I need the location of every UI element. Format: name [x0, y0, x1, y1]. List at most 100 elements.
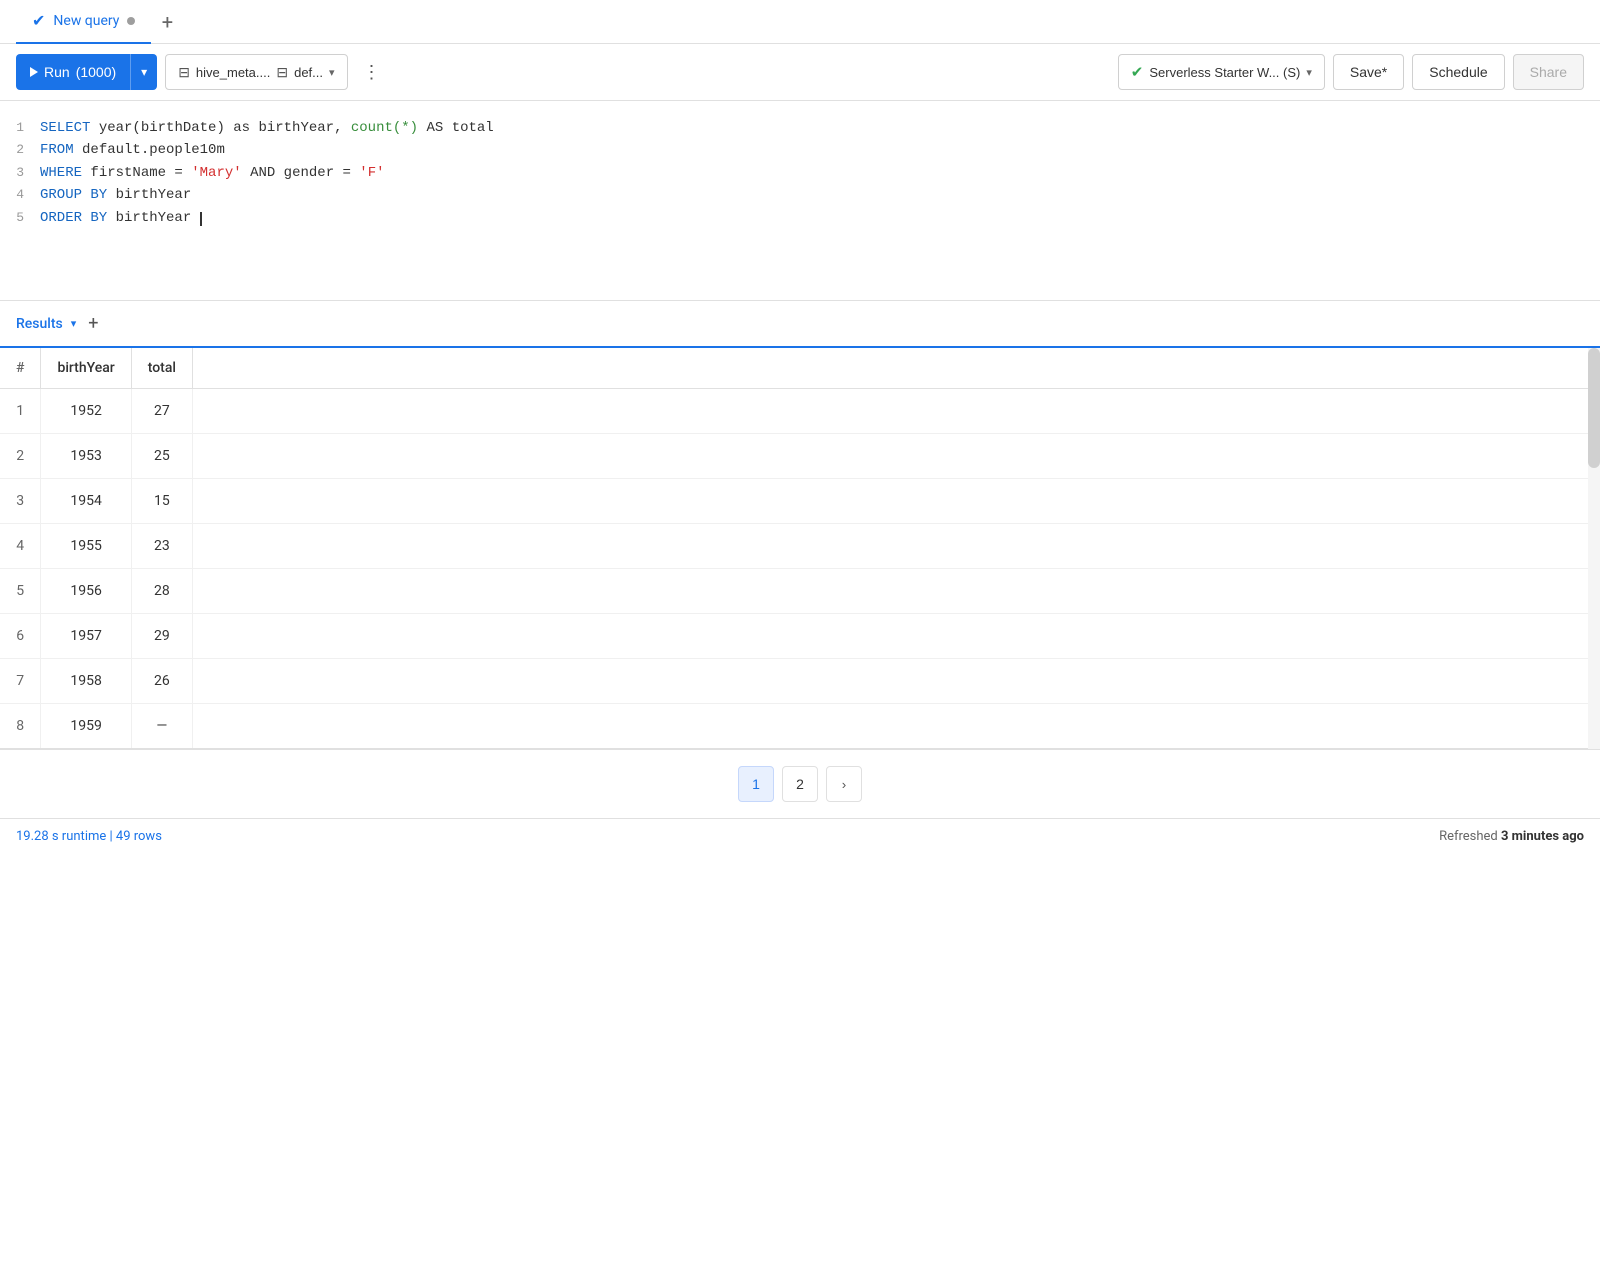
cell-num: 6 — [0, 614, 41, 659]
cell-num: 5 — [0, 569, 41, 614]
results-header: Results ▾ + — [0, 301, 1600, 348]
cell-empty — [192, 614, 1600, 659]
db-source-label: hive_meta.... — [196, 65, 270, 80]
line-content-4: GROUP BY birthYear — [40, 184, 1600, 206]
new-tab-button[interactable]: + — [151, 6, 183, 38]
refresh-status: Refreshed 3 minutes ago — [1439, 829, 1584, 844]
table-row: 4 1955 23 — [0, 524, 1600, 569]
page-2-button[interactable]: 2 — [782, 766, 818, 802]
cell-total: — — [131, 704, 192, 749]
col-header-total: total — [131, 348, 192, 389]
col-header-birthyear: birthYear — [41, 348, 131, 389]
cell-total: 25 — [131, 434, 192, 479]
line-content-1: SELECT year(birthDate) as birthYear, cou… — [40, 117, 1600, 139]
refreshed-label: Refreshed — [1439, 829, 1501, 844]
code-line-5: 5 ORDER BY birthYear — [0, 207, 1600, 229]
scrollbar-thumb[interactable] — [1588, 348, 1600, 468]
fn-count: count(*) — [351, 120, 418, 136]
server-selector[interactable]: ✔ Serverless Starter W... (S) ▾ — [1118, 54, 1325, 90]
cell-num: 3 — [0, 479, 41, 524]
db-source-dropdown[interactable]: ⊟ hive_meta.... ⊟ def... ▾ — [165, 54, 347, 90]
results-table: # birthYear total 1 1952 27 2 1953 25 3 … — [0, 348, 1600, 749]
time-ago: 3 minutes ago — [1501, 829, 1584, 844]
line-num-3: 3 — [0, 163, 40, 184]
schedule-button[interactable]: Schedule — [1412, 54, 1504, 90]
cell-total: 15 — [131, 479, 192, 524]
save-button[interactable]: Save* — [1333, 54, 1404, 90]
cell-total: 28 — [131, 569, 192, 614]
kw-from: FROM — [40, 142, 74, 158]
results-chevron-icon[interactable]: ▾ — [71, 317, 77, 330]
db-chevron-icon: ▾ — [329, 66, 335, 79]
cell-empty — [192, 434, 1600, 479]
code-line-4: 4 GROUP BY birthYear — [0, 184, 1600, 206]
cell-total: 27 — [131, 389, 192, 434]
more-options-button[interactable]: ⋮ — [356, 56, 388, 88]
db-schema-icon: ⊟ — [276, 64, 288, 81]
runtime-status: 19.28 s runtime | 49 rows — [16, 829, 162, 844]
table-row: 2 1953 25 — [0, 434, 1600, 479]
col-header-num: # — [0, 348, 41, 389]
toolbar: Run (1000) ▾ ⊟ hive_meta.... ⊟ def... ▾ … — [0, 44, 1600, 101]
cell-birthyear: 1953 — [41, 434, 131, 479]
str-f: 'F' — [359, 165, 384, 181]
query-tab[interactable]: ✔ New query — [16, 0, 151, 44]
kw-select: SELECT — [40, 120, 90, 136]
cell-birthyear: 1952 — [41, 389, 131, 434]
cell-total: 26 — [131, 659, 192, 704]
server-label: Serverless Starter W... (S) — [1149, 65, 1300, 80]
table-row: 6 1957 29 — [0, 614, 1600, 659]
cell-birthyear: 1957 — [41, 614, 131, 659]
share-button[interactable]: Share — [1513, 54, 1584, 90]
cell-empty — [192, 389, 1600, 434]
run-dropdown-arrow[interactable]: ▾ — [131, 54, 157, 90]
kw-order-by: ORDER BY — [40, 210, 107, 226]
cell-birthyear: 1958 — [41, 659, 131, 704]
editor-cursor — [200, 212, 202, 226]
run-label: Run — [44, 64, 70, 80]
tab-label: New query — [53, 13, 119, 29]
tab-modified-dot — [127, 17, 135, 25]
kw-where: WHERE — [40, 165, 82, 181]
page-1-button[interactable]: 1 — [738, 766, 774, 802]
col-header-empty — [192, 348, 1600, 389]
table-row: 8 1959 — — [0, 704, 1600, 749]
table-header-row: # birthYear total — [0, 348, 1600, 389]
server-chevron-icon: ▾ — [1306, 66, 1312, 79]
line-num-2: 2 — [0, 140, 40, 161]
results-add-button[interactable]: + — [88, 313, 98, 334]
str-mary: 'Mary' — [191, 165, 241, 181]
table-body: 1 1952 27 2 1953 25 3 1954 15 4 1955 23 … — [0, 389, 1600, 749]
scrollbar-track[interactable] — [1588, 348, 1600, 749]
cell-total: 29 — [131, 614, 192, 659]
run-count: (1000) — [76, 64, 116, 80]
code-line-3: 3 WHERE firstName = 'Mary' AND gender = … — [0, 162, 1600, 184]
tab-check-icon: ✔ — [32, 11, 45, 30]
cell-empty — [192, 524, 1600, 569]
cell-empty — [192, 659, 1600, 704]
page-next-button[interactable]: › — [826, 766, 862, 802]
cell-num: 1 — [0, 389, 41, 434]
results-tab-label[interactable]: Results — [16, 316, 63, 332]
line-content-3: WHERE firstName = 'Mary' AND gender = 'F… — [40, 162, 1600, 184]
cell-birthyear: 1955 — [41, 524, 131, 569]
cell-empty — [192, 479, 1600, 524]
cell-num: 7 — [0, 659, 41, 704]
cell-birthyear: 1954 — [41, 479, 131, 524]
results-table-wrapper: # birthYear total 1 1952 27 2 1953 25 3 … — [0, 348, 1600, 749]
cell-empty — [192, 704, 1600, 749]
db-source-icon: ⊟ — [178, 64, 190, 81]
kw-group-by: GROUP BY — [40, 187, 107, 203]
line-num-4: 4 — [0, 185, 40, 206]
status-bar: 19.28 s runtime | 49 rows Refreshed 3 mi… — [0, 818, 1600, 854]
code-line-2: 2 FROM default.people10m — [0, 139, 1600, 161]
line-content-5: ORDER BY birthYear — [40, 207, 1600, 229]
table-row: 1 1952 27 — [0, 389, 1600, 434]
server-check-icon: ✔ — [1131, 63, 1144, 81]
code-line-1: 1 SELECT year(birthDate) as birthYear, c… — [0, 117, 1600, 139]
code-editor[interactable]: 1 SELECT year(birthDate) as birthYear, c… — [0, 101, 1600, 301]
run-button[interactable]: Run (1000) ▾ — [16, 54, 157, 90]
cell-num: 2 — [0, 434, 41, 479]
line-num-5: 5 — [0, 208, 40, 229]
run-main[interactable]: Run (1000) — [16, 54, 131, 90]
